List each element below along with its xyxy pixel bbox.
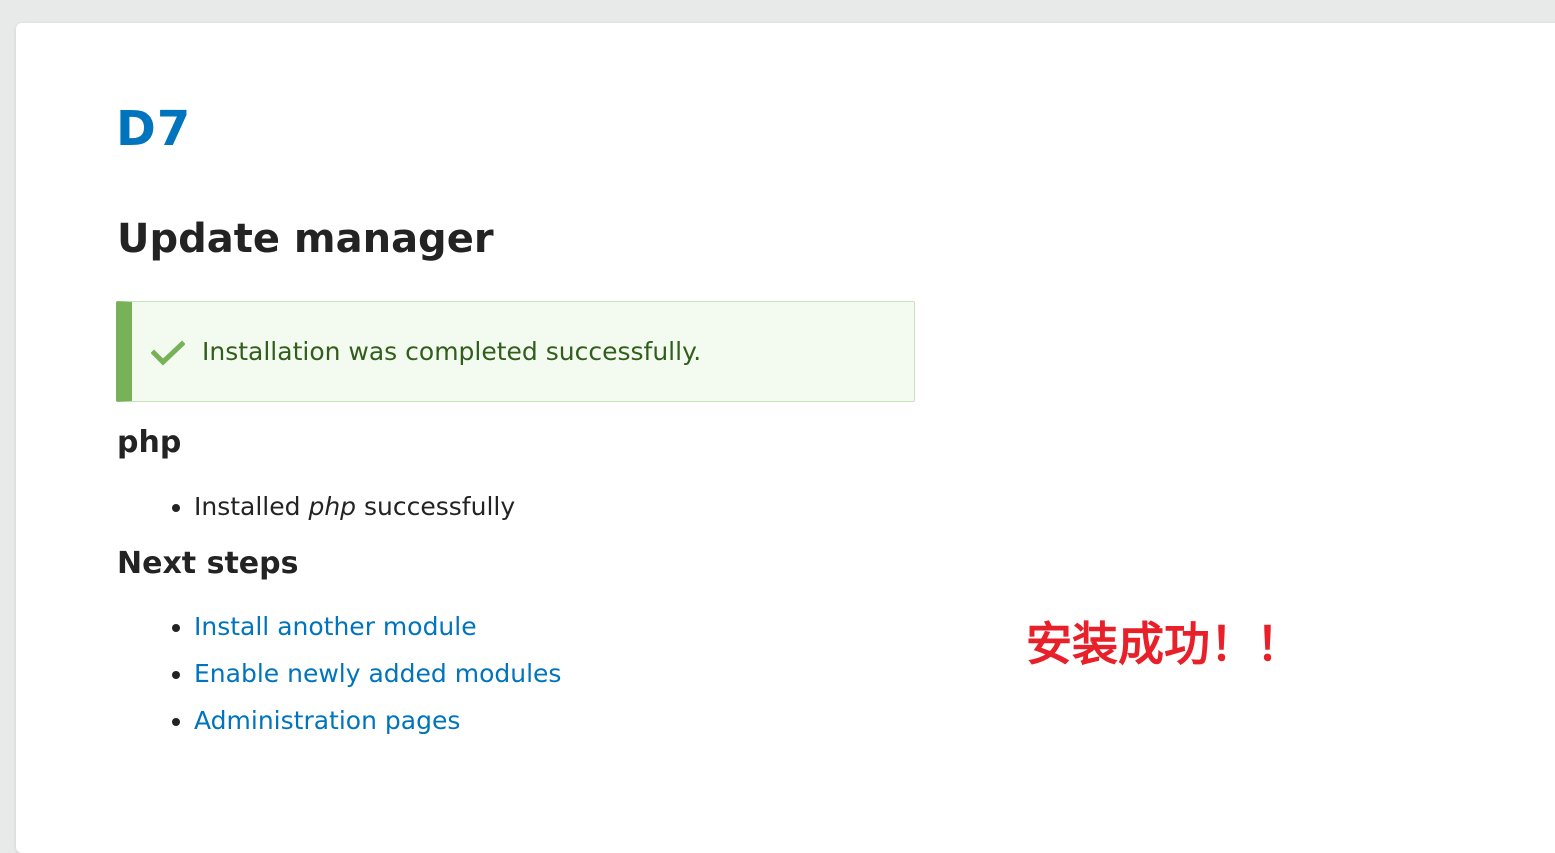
page-title: Update manager: [117, 216, 494, 262]
next-steps-list: Install another module Enable newly adde…: [166, 603, 561, 744]
install-result-list: Installed php successfully: [166, 483, 515, 530]
result-prefix: Installed: [194, 492, 301, 521]
site-name-link[interactable]: D7: [116, 105, 191, 153]
install-another-module-link[interactable]: Install another module: [194, 612, 477, 641]
list-item: Enable newly added modules: [166, 650, 561, 697]
annotation-text: 安装成功！！: [1026, 617, 1302, 671]
list-item: Installed php successfully: [166, 483, 515, 530]
checkmark-icon: [151, 340, 185, 366]
administration-pages-link[interactable]: Administration pages: [194, 706, 460, 735]
page-card: D7 Update manager Installation was compl…: [16, 23, 1555, 853]
list-item: Install another module: [166, 603, 561, 650]
next-steps-title: Next steps: [117, 546, 299, 581]
status-message: Installation was completed successfully.: [116, 301, 915, 402]
status-message-text: Installation was completed successfully.: [202, 337, 702, 366]
result-project-name: php: [308, 492, 357, 521]
result-suffix: successfully: [364, 492, 516, 521]
enable-modules-link[interactable]: Enable newly added modules: [194, 659, 561, 688]
list-item: Administration pages: [166, 697, 561, 744]
project-title: php: [117, 425, 182, 460]
